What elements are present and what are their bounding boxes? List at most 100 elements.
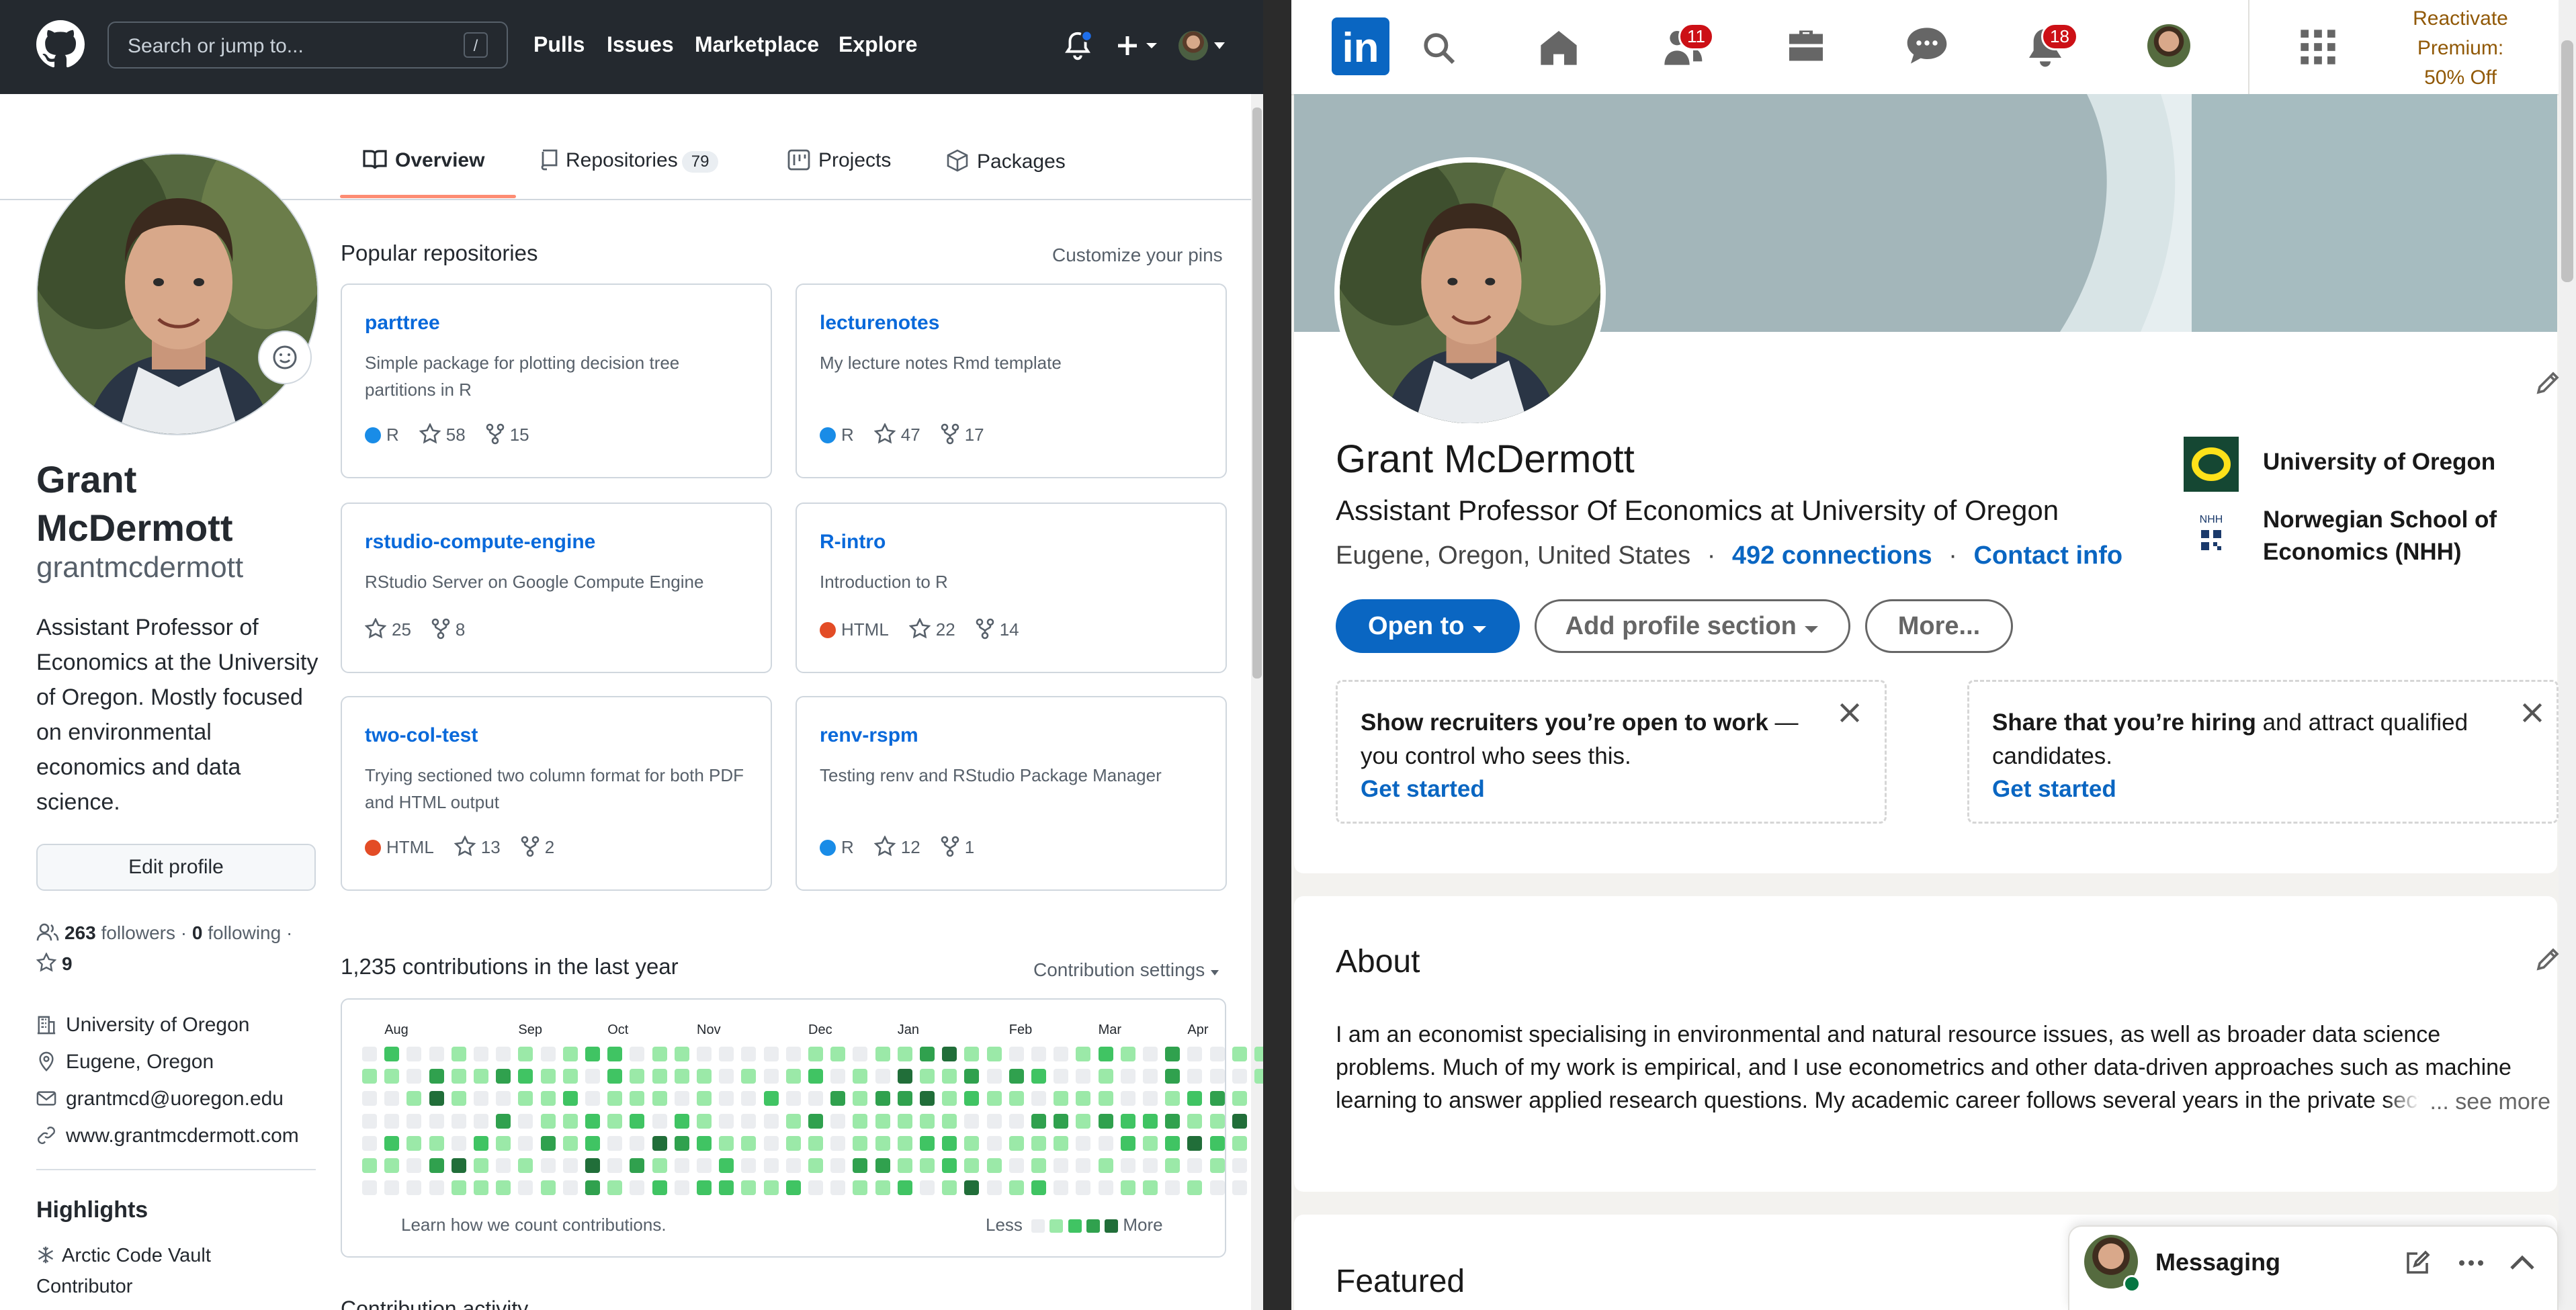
contribution-day[interactable] xyxy=(1120,1113,1135,1129)
contribution-day[interactable] xyxy=(741,1069,757,1084)
contribution-day[interactable] xyxy=(1076,1135,1091,1151)
contribution-day[interactable] xyxy=(518,1047,533,1061)
contribution-day[interactable] xyxy=(785,1047,801,1061)
following-count[interactable]: 0 xyxy=(192,922,203,943)
contribution-day[interactable] xyxy=(920,1180,935,1196)
contribution-day[interactable] xyxy=(406,1091,422,1106)
contribution-day[interactable] xyxy=(1209,1069,1225,1084)
contribution-day[interactable] xyxy=(474,1135,488,1151)
contribution-day[interactable] xyxy=(652,1135,667,1151)
contribution-day[interactable] xyxy=(719,1113,734,1129)
contribution-day[interactable] xyxy=(808,1135,823,1151)
repo-name-link[interactable]: parttree xyxy=(365,312,440,335)
contribution-day[interactable] xyxy=(830,1158,846,1173)
contribution-day[interactable] xyxy=(540,1069,556,1084)
contribution-day[interactable] xyxy=(540,1113,556,1129)
contribution-day[interactable] xyxy=(1120,1158,1135,1173)
contribution-day[interactable] xyxy=(719,1091,734,1106)
set-status-button[interactable] xyxy=(258,331,312,384)
contribution-day[interactable] xyxy=(920,1113,935,1129)
close-icon[interactable] xyxy=(2520,701,2544,725)
contribution-day[interactable] xyxy=(1008,1047,1024,1061)
contribution-day[interactable] xyxy=(741,1135,757,1151)
edit-about-pencil-icon[interactable] xyxy=(2534,946,2561,973)
contribution-day[interactable] xyxy=(429,1180,444,1196)
search-input[interactable]: Search or jump to... xyxy=(108,21,508,69)
contribution-settings-dropdown[interactable]: Contribution settings xyxy=(1033,959,1219,981)
customize-pins-link[interactable]: Customize your pins xyxy=(1052,245,1223,266)
contact-info-link[interactable]: Contact info xyxy=(1973,541,2122,570)
contribution-day[interactable] xyxy=(808,1069,823,1084)
contribution-day[interactable] xyxy=(808,1158,823,1173)
contribution-day[interactable] xyxy=(1232,1091,1247,1106)
contribution-day[interactable] xyxy=(518,1069,533,1084)
contribution-day[interactable] xyxy=(830,1069,846,1084)
contribution-day[interactable] xyxy=(808,1047,823,1061)
contribution-day[interactable] xyxy=(496,1069,511,1084)
contribution-day[interactable] xyxy=(785,1180,801,1196)
repo-stars[interactable]: 58 xyxy=(419,423,466,445)
highlight-item[interactable]: Arctic Code Vault Contributor xyxy=(36,1240,305,1302)
search-icon[interactable] xyxy=(1420,30,1458,67)
contribution-day[interactable] xyxy=(607,1069,623,1084)
contribution-day[interactable] xyxy=(719,1158,734,1173)
contribution-day[interactable] xyxy=(1098,1047,1113,1061)
contribution-day[interactable] xyxy=(897,1047,912,1061)
contribution-day[interactable] xyxy=(652,1091,667,1106)
contribution-day[interactable] xyxy=(384,1047,400,1061)
contribution-day[interactable] xyxy=(1031,1069,1046,1084)
contribution-day[interactable] xyxy=(451,1091,466,1106)
plus-menu-icon[interactable] xyxy=(1114,32,1161,59)
contribution-day[interactable] xyxy=(1187,1113,1203,1129)
contribution-day[interactable] xyxy=(830,1135,846,1151)
contribution-day[interactable] xyxy=(1098,1135,1113,1151)
contribution-day[interactable] xyxy=(1031,1113,1046,1129)
contribution-day[interactable] xyxy=(1209,1047,1225,1061)
messaging-icon[interactable] xyxy=(1905,26,1948,66)
me-avatar[interactable] xyxy=(2147,24,2190,67)
contribution-day[interactable] xyxy=(1008,1135,1024,1151)
contribution-day[interactable] xyxy=(1165,1069,1180,1084)
contribution-day[interactable] xyxy=(1120,1135,1135,1151)
contribution-day[interactable] xyxy=(406,1113,422,1129)
following-label[interactable]: following xyxy=(208,922,281,943)
contribution-day[interactable] xyxy=(451,1180,466,1196)
repo-stars[interactable]: 25 xyxy=(364,617,411,640)
contribution-day[interactable] xyxy=(540,1180,556,1196)
compose-icon[interactable] xyxy=(2404,1250,2431,1276)
contribution-day[interactable] xyxy=(853,1047,868,1061)
repo-stars[interactable]: 13 xyxy=(454,835,501,857)
profile-email[interactable]: grantmcd@uoregon.edu xyxy=(36,1080,299,1117)
repo-name-link[interactable]: two-col-test xyxy=(365,724,478,747)
contribution-day[interactable] xyxy=(1098,1113,1113,1129)
contribution-day[interactable] xyxy=(406,1069,422,1084)
contribution-day[interactable] xyxy=(1165,1180,1180,1196)
contribution-day[interactable] xyxy=(1054,1135,1069,1151)
jobs-icon[interactable] xyxy=(1786,27,1826,64)
contribution-day[interactable] xyxy=(1232,1158,1247,1173)
contribution-day[interactable] xyxy=(986,1113,1002,1129)
contribution-day[interactable] xyxy=(496,1047,511,1061)
contribution-day[interactable] xyxy=(741,1180,757,1196)
contribution-day[interactable] xyxy=(763,1113,779,1129)
contribution-day[interactable] xyxy=(562,1158,578,1173)
contribution-day[interactable] xyxy=(1165,1135,1180,1151)
contribution-day[interactable] xyxy=(562,1180,578,1196)
contribution-day[interactable] xyxy=(875,1091,890,1106)
contribution-day[interactable] xyxy=(496,1158,511,1173)
contribution-day[interactable] xyxy=(1165,1091,1180,1106)
contribution-day[interactable] xyxy=(719,1069,734,1084)
nhh-logo[interactable]: NHH xyxy=(2192,514,2231,557)
contribution-day[interactable] xyxy=(830,1113,846,1129)
contribution-day[interactable] xyxy=(1008,1180,1024,1196)
contribution-day[interactable] xyxy=(719,1180,734,1196)
repo-name-link[interactable]: lecturenotes xyxy=(820,312,939,335)
messaging-widget[interactable]: Messaging xyxy=(2069,1227,2557,1310)
contribution-day[interactable] xyxy=(362,1135,377,1151)
profile-website-link[interactable]: www.grantmcdermott.com xyxy=(66,1125,299,1147)
contribution-day[interactable] xyxy=(652,1113,667,1129)
contribution-day[interactable] xyxy=(1254,1069,1263,1084)
contribution-day[interactable] xyxy=(585,1113,600,1129)
stars-count[interactable]: 9 xyxy=(62,953,73,974)
contribution-day[interactable] xyxy=(697,1113,712,1129)
